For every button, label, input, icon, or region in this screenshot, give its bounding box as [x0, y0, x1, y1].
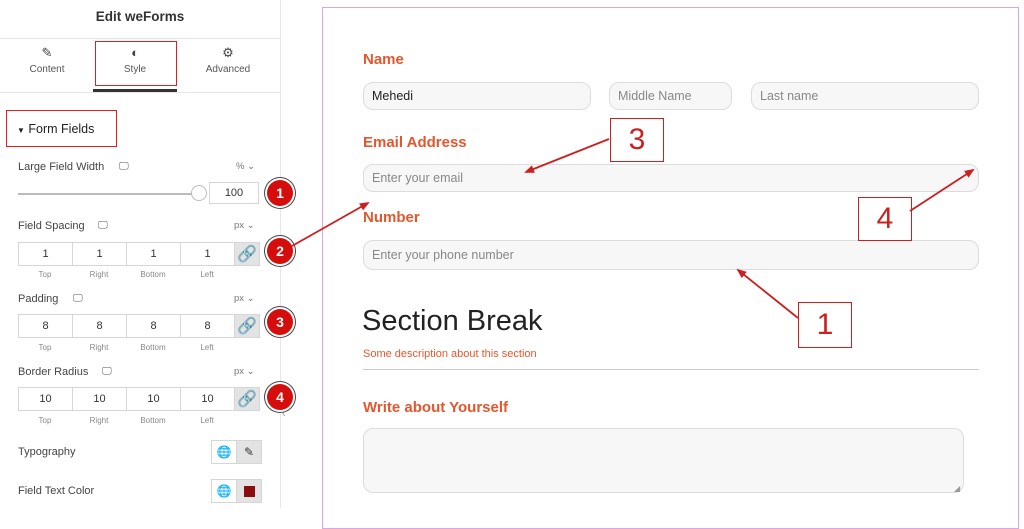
radius-right-input[interactable]: 10 [72, 387, 126, 411]
side-labels: Top Right Bottom Left [18, 270, 234, 279]
desktop-icon[interactable]: 🖵 [102, 366, 112, 377]
last-name-input[interactable]: Last name [751, 82, 979, 110]
section-divider [363, 369, 979, 370]
padding-label: Padding [18, 293, 59, 305]
side-label: Bottom [140, 416, 166, 425]
email-label: Email Address [363, 134, 467, 151]
side-labels: Top Right Bottom Left [18, 343, 234, 352]
field-text-color-label: Field Text Color [18, 485, 95, 497]
side-label: Bottom [140, 343, 166, 352]
step-badge-1: 1 [267, 180, 293, 206]
side-label: Top [38, 416, 52, 425]
caret-down-icon: ▼ [17, 126, 25, 135]
padding-left-input[interactable]: 8 [180, 314, 234, 338]
desktop-icon[interactable]: 🖵 [119, 161, 129, 172]
side-label: Bottom [140, 270, 166, 279]
padding-right-input[interactable]: 8 [72, 314, 126, 338]
radius-left-input[interactable]: 10 [180, 387, 234, 411]
desktop-icon[interactable]: 🖵 [98, 220, 108, 231]
tab-advanced[interactable]: ⚙ Advanced [183, 44, 273, 75]
side-label: Top [38, 343, 52, 352]
radius-top-input[interactable]: 10 [18, 387, 72, 411]
color-swatch [243, 485, 255, 497]
desktop-icon[interactable]: 🖵 [73, 293, 83, 304]
unit-selector[interactable]: px ⌄ [234, 366, 255, 377]
step-badge-3: 3 [267, 309, 293, 335]
name-label: Name [363, 51, 404, 68]
section-form-fields[interactable]: ▼ Form Fields [17, 122, 94, 136]
padding-bottom-input[interactable]: 8 [126, 314, 180, 338]
step-badge-4: 4 [267, 384, 293, 410]
spacing-bottom-input[interactable]: 1 [126, 242, 180, 266]
tab-content[interactable]: ✎ Content [2, 44, 92, 75]
phone-input[interactable]: Enter your phone number [363, 240, 979, 270]
unit-selector[interactable]: px ⌄ [234, 220, 255, 231]
collapse-panel-icon[interactable]: ‹ [282, 408, 286, 420]
globe-icon[interactable]: 🌐 [211, 440, 237, 464]
border-radius-label: Border Radius [18, 366, 89, 378]
spacing-left-input[interactable]: 1 [180, 242, 234, 266]
section-break-title: Section Break [362, 305, 543, 337]
middle-name-input[interactable]: Middle Name [609, 82, 732, 110]
number-label: Number [363, 209, 420, 226]
side-label: Left [200, 416, 214, 425]
side-label: Right [89, 343, 109, 352]
large-field-width-label: Large Field Width [18, 161, 105, 173]
resize-handle-icon[interactable]: ◢ [954, 484, 960, 493]
padding-inputs: 8 8 8 8 🔗 [18, 314, 260, 338]
first-name-input[interactable]: Mehedi [363, 82, 591, 110]
side-label: Right [89, 416, 109, 425]
unit-selector[interactable]: % ⌄ [236, 161, 255, 172]
callout-1: 1 [798, 302, 852, 348]
field-spacing-inputs: 1 1 1 1 🔗 [18, 242, 260, 266]
spacing-top-input[interactable]: 1 [18, 242, 72, 266]
section-label: Form Fields [28, 122, 95, 136]
about-textarea[interactable] [363, 428, 964, 493]
editor-panel: Edit weForms ✎ Content ◐ Style ⚙ Advance… [0, 0, 293, 508]
side-label: Left [200, 270, 214, 279]
contrast-icon: ◐ [131, 45, 139, 60]
typography-label: Typography [18, 446, 76, 458]
spacing-right-input[interactable]: 1 [72, 242, 126, 266]
tab-label: Content [29, 64, 65, 75]
unit-label: px [234, 366, 245, 377]
about-label: Write about Yourself [363, 399, 509, 416]
callout-4: 4 [858, 197, 912, 241]
width-slider-track[interactable] [18, 193, 200, 195]
callout-3: 3 [610, 118, 664, 162]
gear-icon: ⚙ [222, 45, 234, 60]
radius-bottom-input[interactable]: 10 [126, 387, 180, 411]
unit-selector[interactable]: px ⌄ [234, 293, 255, 304]
side-label: Left [200, 343, 214, 352]
panel-title: Edit weForms [95, 9, 185, 24]
unit-label: % [236, 161, 245, 172]
border-radius-inputs: 10 10 10 10 🔗 [18, 387, 260, 411]
link-values-icon[interactable]: 🔗 [234, 387, 260, 411]
divider [0, 38, 280, 39]
width-slider-handle[interactable] [191, 185, 207, 201]
divider [0, 92, 280, 93]
side-labels: Top Right Bottom Left [18, 416, 234, 425]
section-break-description: Some description about this section [363, 348, 537, 360]
side-label: Top [38, 270, 52, 279]
globe-icon[interactable]: 🌐 [211, 479, 237, 503]
step-badge-2: 2 [267, 238, 293, 264]
pencil-icon: ✎ [41, 45, 53, 60]
link-values-icon[interactable]: 🔗 [234, 242, 260, 266]
unit-label: px [234, 293, 245, 304]
tab-label: Advanced [205, 64, 251, 75]
width-value-input[interactable]: 100 [209, 182, 259, 204]
edit-pencil-icon[interactable]: ✎ [236, 440, 262, 464]
link-values-icon[interactable]: 🔗 [234, 314, 260, 338]
email-input[interactable]: Enter your email [363, 164, 979, 192]
color-swatch-button[interactable] [236, 479, 262, 503]
tab-label: Style [123, 64, 147, 75]
field-spacing-label: Field Spacing [18, 220, 85, 232]
unit-label: px [234, 220, 245, 231]
padding-top-input[interactable]: 8 [18, 314, 72, 338]
side-label: Right [89, 270, 109, 279]
tab-style[interactable]: ◐ Style [90, 44, 180, 75]
